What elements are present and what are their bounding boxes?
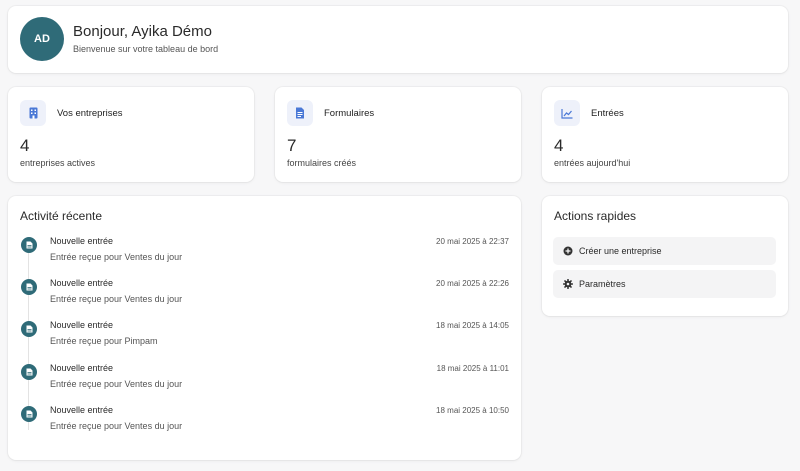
document-icon (21, 406, 37, 422)
activity-description: Entrée reçue pour Pimpam (50, 336, 158, 346)
document-icon (287, 100, 313, 126)
recent-activity-panel: Activité récente Nouvelle entrée Entrée … (8, 196, 521, 460)
activity-title: Nouvelle entrée (50, 363, 114, 373)
activity-item[interactable]: Nouvelle entrée Entrée reçue pour Ventes… (8, 405, 521, 446)
activity-title: Nouvelle entrée (50, 236, 114, 246)
activity-title: Nouvelle entrée (50, 320, 114, 330)
building-icon (20, 100, 46, 126)
welcome-header: AD Bonjour, Ayika Démo Bienvenue sur vot… (8, 6, 788, 73)
avatar[interactable]: AD (20, 17, 64, 61)
stat-value: 7 (287, 136, 297, 155)
document-icon (21, 321, 37, 337)
activity-item[interactable]: Nouvelle entrée Entrée reçue pour Ventes… (8, 236, 521, 277)
document-icon (21, 279, 37, 295)
settings-button[interactable]: Paramètres (553, 270, 776, 298)
quick-actions-panel: Actions rapides Créer une entreprise Par… (542, 196, 788, 316)
document-icon (21, 237, 37, 253)
stat-card-companies[interactable]: Vos entreprises 4 entreprises actives (8, 87, 254, 182)
greeting-subtitle: Bienvenue sur votre tableau de bord (73, 44, 219, 54)
gear-icon (563, 279, 573, 289)
button-label: Créer une entreprise (579, 246, 662, 256)
activity-description: Entrée reçue pour Ventes du jour (50, 252, 183, 262)
line-chart-icon (554, 100, 580, 126)
activity-timestamp: 18 mai 2025 à 14:05 (436, 321, 509, 330)
stat-description: entrées aujourd'hui (554, 158, 631, 168)
stat-card-forms[interactable]: Formulaires 7 formulaires créés (275, 87, 521, 182)
create-company-button[interactable]: Créer une entreprise (553, 237, 776, 265)
section-title: Activité récente (20, 209, 103, 223)
stat-description: formulaires créés (287, 158, 357, 168)
activity-timestamp: 18 mai 2025 à 11:01 (436, 364, 509, 373)
button-label: Paramètres (579, 279, 626, 289)
document-icon (21, 364, 37, 380)
greeting-title: Bonjour, Ayika Démo (73, 23, 212, 40)
activity-timestamp: 18 mai 2025 à 10:50 (436, 406, 509, 415)
activity-description: Entrée reçue pour Ventes du jour (50, 421, 183, 431)
stat-value: 4 (554, 136, 564, 155)
activity-timestamp: 20 mai 2025 à 22:26 (436, 279, 509, 288)
stat-value: 4 (20, 136, 30, 155)
plus-circle-icon (563, 246, 573, 256)
stat-label: Entrées (591, 108, 624, 119)
activity-title: Nouvelle entrée (50, 405, 114, 415)
activity-title: Nouvelle entrée (50, 278, 114, 288)
section-title: Actions rapides (554, 209, 637, 223)
activity-item[interactable]: Nouvelle entrée Entrée reçue pour Ventes… (8, 278, 521, 319)
stat-card-entries[interactable]: Entrées 4 entrées aujourd'hui (542, 87, 788, 182)
stat-description: entreprises actives (20, 158, 96, 168)
activity-timestamp: 20 mai 2025 à 22:37 (436, 237, 509, 246)
activity-item[interactable]: Nouvelle entrée Entrée reçue pour Ventes… (8, 363, 521, 404)
activity-description: Entrée reçue pour Ventes du jour (50, 379, 183, 389)
stat-label: Vos entreprises (57, 108, 123, 119)
activity-item[interactable]: Nouvelle entrée Entrée reçue pour Pimpam… (8, 320, 521, 361)
stat-label: Formulaires (324, 108, 375, 119)
activity-description: Entrée reçue pour Ventes du jour (50, 294, 183, 304)
